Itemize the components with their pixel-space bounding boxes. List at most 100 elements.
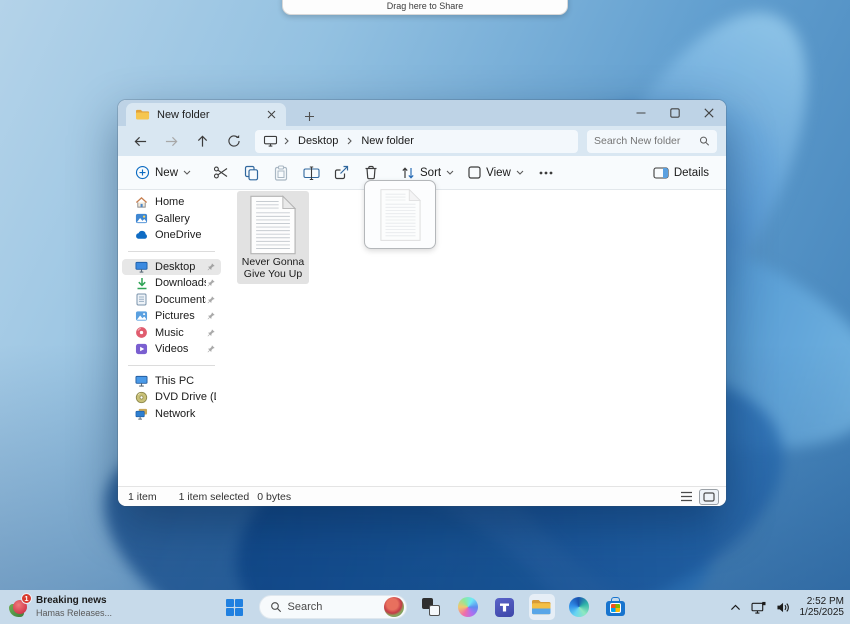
large-thumbnails-view-button[interactable]: [699, 488, 719, 505]
microsoft-store-button[interactable]: [603, 594, 629, 620]
back-button[interactable]: [127, 129, 154, 153]
plus-icon: [304, 111, 314, 121]
close-icon: [704, 108, 714, 118]
folder-icon: [135, 108, 150, 121]
see-more-button[interactable]: [531, 160, 561, 186]
share-button[interactable]: [326, 160, 356, 186]
taskbar: 1 Breaking news Hamas Releases... Search: [0, 590, 850, 624]
maximize-button[interactable]: [658, 100, 692, 126]
refresh-button[interactable]: [220, 129, 247, 153]
file-explorer-window: New folder Desktop New folder Search New…: [118, 100, 726, 506]
desktop-location-icon: [263, 135, 278, 147]
paste-button[interactable]: [266, 160, 296, 186]
show-hidden-icons-button[interactable]: [729, 603, 742, 612]
forward-button[interactable]: [158, 129, 185, 153]
tab-new-folder[interactable]: New folder: [126, 103, 286, 126]
downloads-icon: [135, 277, 148, 290]
pin-icon: [206, 295, 216, 305]
details-pane-icon: [653, 166, 669, 179]
search-field[interactable]: [587, 129, 717, 153]
file-list-area[interactable]: Never Gonna Give You Up: [225, 190, 726, 486]
sidebar-item-label: Desktop: [155, 260, 196, 273]
file-name: Never Gonna Give You Up: [241, 256, 305, 280]
chevron-down-icon: [446, 170, 454, 175]
view-icon: [468, 166, 481, 179]
copy-button[interactable]: [236, 160, 266, 186]
new-button-label: New: [155, 166, 179, 179]
sidebar-item-gallery[interactable]: Gallery: [122, 211, 221, 228]
sidebar-item-documents[interactable]: Documents: [122, 292, 221, 309]
sidebar-item-desktop[interactable]: Desktop: [122, 258, 221, 275]
edge-button[interactable]: [566, 594, 592, 620]
onedrive-cloud-icon: [135, 229, 148, 242]
sort-icon: [402, 166, 414, 179]
sidebar-item-label: OneDrive: [155, 229, 202, 242]
pin-icon: [206, 311, 216, 321]
taskbar-search-box[interactable]: Search: [258, 595, 407, 619]
cut-button[interactable]: [206, 160, 236, 186]
text-document-icon: [247, 194, 299, 256]
sidebar-separator: [128, 250, 215, 252]
arrow-left-icon: [134, 136, 147, 146]
file-explorer-button[interactable]: [528, 594, 555, 620]
sidebar-item-this-pc[interactable]: This PC: [122, 373, 221, 390]
sidebar-item-label: DVD Drive (D:) CCCC: [155, 391, 216, 404]
file-item-selected[interactable]: Never Gonna Give You Up: [237, 191, 309, 284]
start-button[interactable]: [222, 594, 248, 620]
details-view-icon[interactable]: [680, 491, 693, 502]
minimize-button[interactable]: [624, 100, 658, 126]
copy-icon: [244, 165, 258, 180]
sidebar-item-downloads[interactable]: Downloads: [122, 275, 221, 292]
arrow-right-icon: [165, 136, 178, 146]
refresh-icon: [227, 135, 240, 147]
task-view-button[interactable]: [418, 594, 444, 620]
network-tray-button[interactable]: [750, 601, 767, 614]
taskbar-search-label: Search: [287, 601, 323, 613]
sidebar-item-home[interactable]: Home: [122, 194, 221, 211]
new-tab-button[interactable]: [298, 106, 320, 126]
desktop-icon: [135, 260, 148, 273]
thumbnail-view-icon: [703, 491, 715, 502]
search-input[interactable]: [594, 135, 700, 147]
teams-button[interactable]: [492, 594, 518, 620]
close-button[interactable]: [692, 100, 726, 126]
details-button[interactable]: Details: [646, 160, 716, 186]
sidebar-item-onedrive[interactable]: OneDrive: [122, 227, 221, 244]
rename-button[interactable]: [296, 160, 326, 186]
home-icon: [135, 196, 148, 209]
search-highlight-image[interactable]: [383, 597, 404, 617]
status-selection: 1 item selected: [178, 490, 250, 503]
status-item-count: 1 item: [128, 490, 157, 503]
windows-logo-icon: [226, 598, 243, 616]
pin-icon: [206, 278, 216, 288]
videos-icon: [135, 343, 148, 356]
pin-icon: [206, 262, 216, 272]
tab-title: New folder: [157, 108, 210, 121]
dvd-drive-icon: [135, 391, 148, 404]
breadcrumb[interactable]: Desktop New folder: [255, 129, 578, 153]
sidebar-item-network[interactable]: Network: [122, 406, 221, 423]
breadcrumb-item-desktop[interactable]: Desktop: [295, 134, 341, 148]
up-button[interactable]: [189, 129, 216, 153]
sidebar-item-dvd-drive[interactable]: DVD Drive (D:) CCCC: [122, 389, 221, 406]
taskbar-clock[interactable]: 2:52 PM 1/25/2025: [800, 596, 845, 618]
sidebar-item-pictures[interactable]: Pictures: [122, 308, 221, 325]
file-explorer-icon: [532, 600, 551, 615]
rename-icon: [302, 165, 320, 180]
copilot-button[interactable]: [455, 594, 481, 620]
copilot-icon: [457, 597, 478, 617]
sidebar-item-videos[interactable]: Videos: [122, 341, 221, 358]
sidebar-item-music[interactable]: Music: [122, 325, 221, 342]
sidebar-item-label: Videos: [155, 343, 189, 356]
cut-icon: [213, 166, 228, 179]
volume-tray-button[interactable]: [776, 601, 791, 614]
new-button[interactable]: New: [128, 160, 198, 186]
tab-close-icon[interactable]: [263, 107, 279, 123]
sidebar-item-label: Pictures: [155, 310, 195, 323]
clock-date: 1/25/2025: [799, 607, 845, 618]
drag-to-share-overlay[interactable]: Drag here to Share: [282, 0, 568, 15]
view-button[interactable]: View: [461, 160, 531, 186]
breadcrumb-item-new-folder[interactable]: New folder: [358, 134, 417, 148]
edge-icon: [568, 597, 589, 617]
paste-icon: [274, 164, 288, 181]
